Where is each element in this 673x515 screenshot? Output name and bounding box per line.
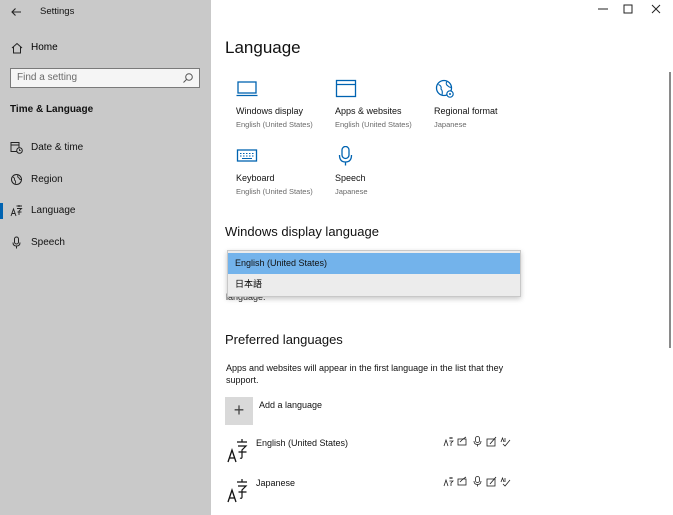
- dropdown-option-japanese[interactable]: 日本語: [228, 274, 520, 295]
- sidebar-item-speech[interactable]: Speech: [0, 232, 211, 254]
- preferred-languages-heading: Preferred languages: [225, 332, 343, 347]
- section-title: Time & Language: [10, 104, 94, 115]
- microphone-icon: [473, 476, 482, 487]
- language-name: Japanese: [256, 478, 296, 488]
- close-icon: [651, 4, 661, 14]
- keyboard-icon: [236, 149, 258, 162]
- tile-speech[interactable]: Speech Japanese: [335, 146, 434, 206]
- tile-subtitle: English (United States): [236, 120, 313, 129]
- search-input[interactable]: Find a setting: [10, 68, 200, 88]
- tile-subtitle: Japanese: [434, 120, 467, 129]
- microphone-icon: [12, 236, 21, 249]
- plus-icon: +: [233, 400, 245, 420]
- app-title: Settings: [40, 6, 75, 17]
- sidebar-item-date-time[interactable]: Date & time: [0, 137, 211, 159]
- close-button[interactable]: [639, 0, 673, 24]
- language-icon: [10, 205, 23, 217]
- home-icon: [11, 42, 23, 54]
- globe-settings-icon: [435, 79, 454, 98]
- language-icon: [227, 439, 248, 463]
- tile-title: Speech: [335, 173, 366, 183]
- language-row-english[interactable]: English (United States): [225, 436, 525, 467]
- tile-regional-format[interactable]: Regional format Japanese: [434, 79, 533, 139]
- pen-feature-icon: [486, 476, 497, 487]
- handwriting-feature-icon: [457, 476, 467, 486]
- microphone-icon: [338, 146, 353, 166]
- selection-indicator: [0, 203, 3, 219]
- add-language-button[interactable]: + Add a language: [225, 397, 425, 425]
- language-name: English (United States): [256, 438, 349, 448]
- sidebar-item-region[interactable]: Region: [0, 169, 211, 191]
- scrollbar[interactable]: [669, 72, 671, 348]
- tile-subtitle: English (United States): [236, 187, 313, 196]
- sidebar-item-label: Speech: [31, 237, 65, 248]
- minimize-icon: [598, 8, 608, 10]
- display-language-feature-icon: [443, 437, 454, 447]
- tile-title: Apps & websites: [335, 106, 402, 116]
- browser-window-icon: [335, 79, 357, 98]
- microphone-icon: [473, 436, 482, 447]
- spellcheck-feature-icon: [500, 436, 511, 447]
- back-arrow-icon: [11, 8, 21, 16]
- nav-home-label: Home: [31, 42, 58, 53]
- tile-windows-display[interactable]: Windows display English (United States): [236, 79, 335, 139]
- dropdown-option-english[interactable]: English (United States): [228, 253, 520, 274]
- page-title: Language: [225, 38, 301, 57]
- search-icon: [183, 73, 193, 83]
- tile-title: Regional format: [434, 106, 498, 116]
- main-content: Language Windows display English (United…: [211, 0, 673, 515]
- sidebar-item-label: Language: [31, 205, 76, 216]
- spellcheck-feature-icon: [500, 476, 511, 487]
- maximize-icon: [623, 4, 633, 14]
- sidebar: Settings Home Find a setting Time & Lang…: [0, 0, 211, 515]
- globe-icon: [11, 174, 22, 185]
- pen-feature-icon: [486, 436, 497, 447]
- tile-keyboard[interactable]: Keyboard English (United States): [236, 146, 335, 206]
- tile-title: Windows display: [236, 106, 304, 116]
- sidebar-item-language[interactable]: Language: [0, 200, 211, 222]
- preferred-languages-description: Apps and websites will appear in the fir…: [226, 363, 504, 385]
- add-language-box: +: [225, 397, 253, 425]
- display-language-dropdown[interactable]: English (United States) 日本語: [227, 250, 521, 297]
- tile-subtitle: Japanese: [335, 187, 368, 196]
- back-button[interactable]: [8, 4, 24, 20]
- display-language-feature-icon: [443, 477, 454, 487]
- handwriting-feature-icon: [457, 436, 467, 446]
- search-placeholder: Find a setting: [17, 72, 78, 83]
- calendar-clock-icon: [10, 142, 23, 154]
- sidebar-item-label: Date & time: [31, 142, 84, 153]
- language-row-japanese[interactable]: Japanese: [225, 476, 525, 507]
- tile-apps-websites[interactable]: Apps & websites English (United States): [335, 79, 434, 139]
- tile-title: Keyboard: [236, 173, 275, 183]
- monitor-icon: [236, 81, 258, 97]
- tile-subtitle: English (United States): [335, 120, 412, 129]
- display-language-heading: Windows display language: [225, 224, 379, 239]
- sidebar-item-label: Region: [31, 174, 63, 185]
- add-language-label: Add a language: [259, 400, 323, 410]
- titlebar-left: Settings: [0, 0, 211, 24]
- nav-home[interactable]: Home: [0, 38, 211, 58]
- language-icon: [227, 479, 248, 503]
